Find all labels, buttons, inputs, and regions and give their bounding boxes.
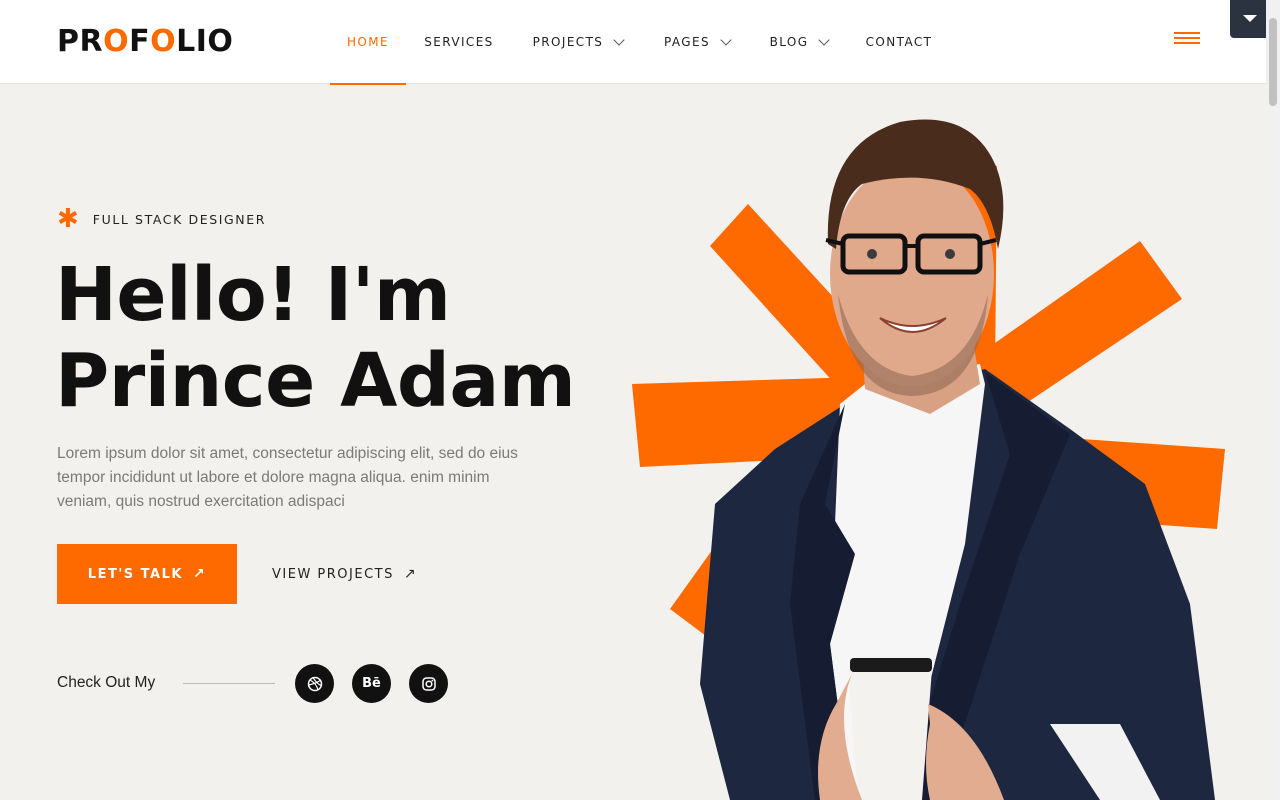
nav-item-projects[interactable]: PROJECTS — [512, 0, 644, 84]
hamburger-menu-icon[interactable] — [1172, 32, 1200, 48]
button-label: LET'S TALK — [87, 566, 183, 582]
chevron-down-icon — [818, 33, 831, 46]
chevron-down-icon — [720, 33, 732, 46]
nav-item-home[interactable]: HOME — [330, 0, 406, 85]
arrow-up-right-icon: ↗ — [192, 566, 207, 582]
logo-text-1: PR — [57, 24, 104, 59]
asterisk-icon: ✱ — [57, 204, 79, 234]
nav-label: PROJECTS — [532, 35, 604, 49]
divider-line — [183, 683, 275, 684]
instagram-link[interactable] — [409, 664, 448, 703]
hero-title-line-2: Prince Adam — [55, 338, 576, 424]
nav-item-pages[interactable]: PAGES — [644, 0, 750, 84]
nav-label: HOME — [346, 35, 389, 49]
dribbble-icon — [307, 676, 322, 691]
lets-talk-button[interactable]: LET'S TALK ↗ — [57, 544, 237, 604]
scrollbar[interactable] — [1266, 0, 1280, 800]
link-label: VIEW PROJECTS — [272, 566, 394, 582]
logo-text-2: F — [129, 24, 151, 59]
tagline-text: FULL STACK DESIGNER — [92, 211, 267, 227]
site-header: PROFOLIO HOME SERVICES PROJECTS PAGES BL… — [0, 0, 1280, 85]
nav-item-services[interactable]: SERVICES — [406, 0, 512, 84]
nav-item-blog[interactable]: BLOG — [750, 0, 848, 84]
hero-description: Lorem ipsum dolor sit amet, consectetur … — [57, 445, 518, 510]
hero-tagline: ✱ FULL STACK DESIGNER — [57, 204, 267, 234]
main-nav: HOME SERVICES PROJECTS PAGES BLOG CONTAC… — [330, 0, 950, 85]
logo-accent-1: O — [103, 24, 130, 59]
nav-label: BLOG — [769, 35, 809, 49]
logo[interactable]: PROFOLIO — [57, 26, 233, 58]
view-projects-link[interactable]: VIEW PROJECTS ↗ — [272, 544, 417, 604]
hero-title: Hello! I'm Prince Adam — [55, 252, 576, 424]
social-label: Check Out My — [57, 674, 156, 691]
instagram-icon — [421, 676, 436, 691]
behance-link[interactable]: Bē — [352, 664, 391, 703]
hero-title-line-1: Hello! I'm — [55, 252, 451, 338]
dropdown-toggle-button[interactable] — [1230, 0, 1270, 38]
logo-accent-2: O — [150, 24, 177, 59]
chevron-down-icon — [613, 33, 625, 46]
hero-image — [632, 119, 1225, 800]
nav-label: PAGES — [664, 35, 710, 49]
behance-icon: Bē — [362, 676, 381, 691]
scrollbar-thumb[interactable] — [1269, 18, 1277, 106]
nav-item-contact[interactable]: CONTACT — [848, 0, 950, 84]
dribbble-link[interactable] — [295, 664, 334, 703]
arrow-up-right-icon: ↗ — [403, 566, 418, 582]
nav-label: CONTACT — [865, 35, 933, 49]
nav-label: SERVICES — [424, 35, 494, 49]
logo-text-3: LIO — [176, 24, 234, 59]
